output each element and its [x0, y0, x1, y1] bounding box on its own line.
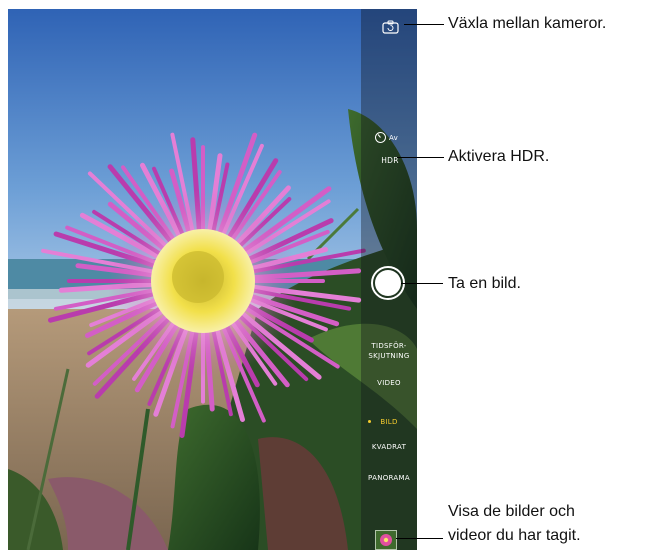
timer-label: Av	[389, 134, 399, 142]
mode-timelapse-line1: TIDSFÖR-	[371, 342, 407, 350]
callout-shutter: Ta en bild.	[448, 275, 521, 292]
shutter-button-inner	[375, 270, 401, 296]
mode-timelapse-line2: SKJUTNING	[368, 352, 410, 360]
callout-hdr: Aktivera HDR.	[448, 148, 550, 165]
timer-icon	[375, 132, 386, 143]
callout-line-switch-camera	[404, 24, 444, 25]
callout-switch-camera: Växla mellan kameror.	[448, 15, 607, 32]
mode-photo[interactable]: BILD	[361, 418, 417, 426]
photo-thumbnail[interactable]	[375, 530, 397, 550]
switch-camera-button[interactable]	[380, 19, 402, 35]
callout-line-shutter	[401, 283, 443, 284]
camera-screen: Av HDR TIDSFÖR- SKJUTNING VIDEO BILD KVA…	[8, 9, 417, 550]
mode-square[interactable]: KVADRAT	[361, 443, 417, 451]
switch-camera-icon	[382, 20, 399, 34]
callout-line-view	[396, 538, 443, 539]
photo-thumbnail-image	[376, 531, 396, 549]
timer-button[interactable]: Av	[374, 131, 408, 145]
camera-viewfinder-image	[8, 9, 417, 550]
callout-line-hdr	[397, 157, 444, 158]
shutter-button[interactable]	[371, 266, 405, 300]
callout-view-line1: Visa de bilder och	[448, 503, 575, 520]
mode-timelapse[interactable]: TIDSFÖR- SKJUTNING	[361, 341, 417, 361]
callout-view-line2: videor du har tagit.	[448, 527, 581, 544]
mode-video[interactable]: VIDEO	[361, 379, 417, 387]
mode-panorama[interactable]: PANORAMA	[361, 474, 417, 482]
